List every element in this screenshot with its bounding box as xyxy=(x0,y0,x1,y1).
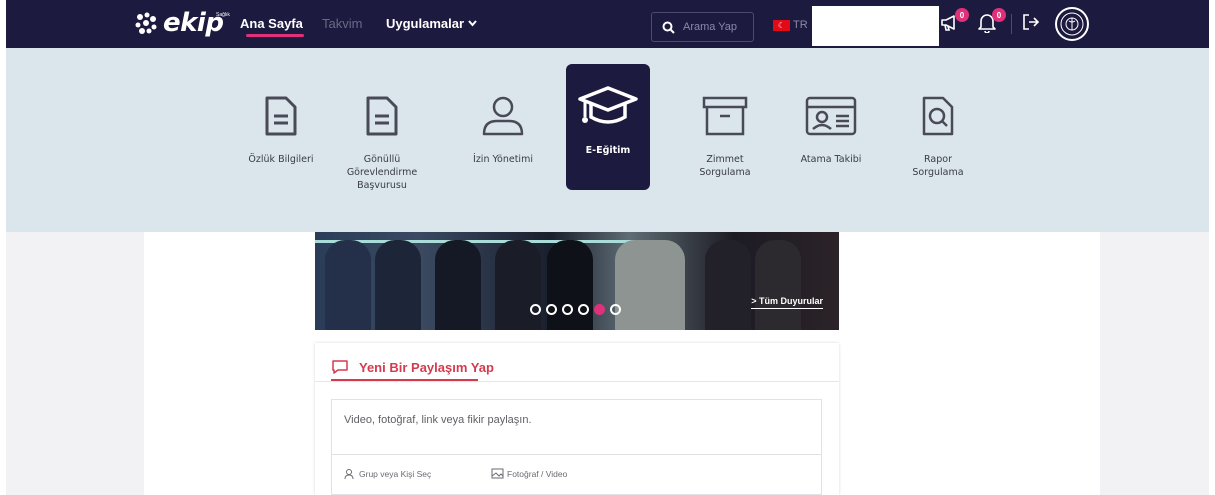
logo-text: ekip xyxy=(163,8,224,38)
banner-figure xyxy=(435,240,481,330)
app-label: Gönüllü Görevlendirme Başvurusu xyxy=(346,154,418,191)
carousel-dot[interactable] xyxy=(578,304,589,315)
language-code: TR xyxy=(793,19,808,31)
carousel-dot-active[interactable] xyxy=(594,304,605,315)
app-label: Rapor Sorgulama xyxy=(912,154,964,178)
photo-video-button[interactable]: Fotoğraf / Video xyxy=(491,468,567,479)
announcement-carousel[interactable]: > Tüm Duyurular xyxy=(315,232,839,330)
announcements-button[interactable]: 0 xyxy=(939,8,969,37)
id-card-icon xyxy=(789,90,873,142)
logo-subtext: Sağlık xyxy=(216,12,230,18)
logout-button[interactable] xyxy=(1020,11,1046,37)
user-add-icon xyxy=(344,469,354,480)
app-atama-takibi[interactable]: Atama Takibi xyxy=(789,90,873,166)
share-tab-label: Yeni Bir Paylaşım Yap xyxy=(359,359,494,375)
turkey-flag-icon: ☾ xyxy=(773,19,790,31)
person-icon xyxy=(461,90,545,142)
app-e-egitim[interactable]: E-Eğitim xyxy=(566,64,650,190)
document-icon xyxy=(239,90,323,142)
report-search-icon xyxy=(896,90,980,142)
carousel-dot[interactable] xyxy=(562,304,573,315)
nav-home[interactable]: Ana Sayfa xyxy=(240,16,303,31)
composer-placeholder: Video, fotoğraf, link veya fikir paylaşı… xyxy=(344,414,532,426)
ekip-logo[interactable]: ekip Sağlık xyxy=(133,8,230,38)
apps-mega-menu: Özlük Bilgileri Gönüllü Görevlendirme Ba… xyxy=(6,48,1209,232)
banner-figure xyxy=(547,240,593,330)
graduation-cap-icon xyxy=(566,81,650,133)
ministry-emblem xyxy=(1055,7,1089,41)
top-navbar: ekip Sağlık Ana Sayfa Takvim Uygulamalar… xyxy=(6,0,1209,48)
document-icon xyxy=(340,90,424,142)
archive-box-icon xyxy=(683,90,767,142)
nav-apps-label: Uygulamalar xyxy=(386,16,465,31)
app-label: Atama Takibi xyxy=(800,154,862,165)
all-announcements-label: Tüm Duyurular xyxy=(758,296,823,306)
app-gonullu-gorevlendirme[interactable]: Gönüllü Görevlendirme Başvurusu xyxy=(340,90,424,192)
user-info-box[interactable] xyxy=(812,6,939,46)
carousel-dots xyxy=(530,304,621,315)
banner-figure xyxy=(705,240,751,330)
banner-figure xyxy=(755,240,801,330)
chevron-down-icon xyxy=(468,20,477,27)
select-people-button[interactable]: Grup veya Kişi Seç xyxy=(344,468,431,480)
logo-mark-icon xyxy=(135,12,157,34)
app-label: Zimmet Sorgulama xyxy=(699,154,751,178)
app-label: E-Eğitim xyxy=(585,145,631,156)
post-composer-input[interactable]: Video, fotoğraf, link veya fikir paylaşı… xyxy=(331,399,822,455)
select-people-label: Grup veya Kişi Seç xyxy=(359,469,432,479)
ceremony-ribbon xyxy=(315,240,635,243)
banner-figure xyxy=(615,240,685,330)
topbar-divider xyxy=(1011,14,1012,34)
nav-calendar[interactable]: Takvim xyxy=(322,16,362,31)
language-selector[interactable]: ☾ TR xyxy=(773,19,808,31)
nav-active-indicator xyxy=(246,34,304,37)
share-tab[interactable]: Yeni Bir Paylaşım Yap xyxy=(331,353,494,381)
comment-icon xyxy=(332,360,348,374)
app-label: Özlük Bilgileri xyxy=(248,154,314,165)
notifications-button[interactable]: 0 xyxy=(976,8,1006,37)
announcements-badge: 0 xyxy=(955,8,969,22)
carousel-dot[interactable] xyxy=(546,304,557,315)
notifications-badge: 0 xyxy=(992,8,1006,22)
banner-figure xyxy=(325,240,371,330)
share-post-card: Yeni Bir Paylaşım Yap Video, fotoğraf, l… xyxy=(315,343,839,495)
search-icon xyxy=(662,21,675,34)
carousel-dot[interactable] xyxy=(610,304,621,315)
search-box[interactable]: Arama Yap xyxy=(651,12,754,42)
banner-figure xyxy=(495,240,541,330)
search-placeholder: Arama Yap xyxy=(683,21,738,33)
chevron-right-icon: > xyxy=(751,296,759,306)
emblem-icon xyxy=(1060,12,1084,36)
logout-icon xyxy=(1023,14,1040,30)
app-zimmet-sorgulama[interactable]: Zimmet Sorgulama xyxy=(683,90,767,179)
photo-video-label: Fotoğraf / Video xyxy=(507,468,568,479)
composer-toolbar: Grup veya Kişi Seç Fotoğraf / Video xyxy=(331,455,822,495)
banner-figure xyxy=(375,240,421,330)
app-label: İzin Yönetimi xyxy=(473,154,533,165)
nav-apps-dropdown[interactable]: Uygulamalar xyxy=(386,16,477,31)
all-announcements-link[interactable]: > Tüm Duyurular xyxy=(751,296,823,309)
app-ozluk-bilgileri[interactable]: Özlük Bilgileri xyxy=(239,90,323,166)
app-izin-yonetimi[interactable]: İzin Yönetimi xyxy=(461,90,545,166)
carousel-dot[interactable] xyxy=(530,304,541,315)
app-rapor-sorgulama[interactable]: Rapor Sorgulama xyxy=(896,90,980,179)
share-divider xyxy=(315,381,839,382)
image-icon xyxy=(491,468,504,479)
